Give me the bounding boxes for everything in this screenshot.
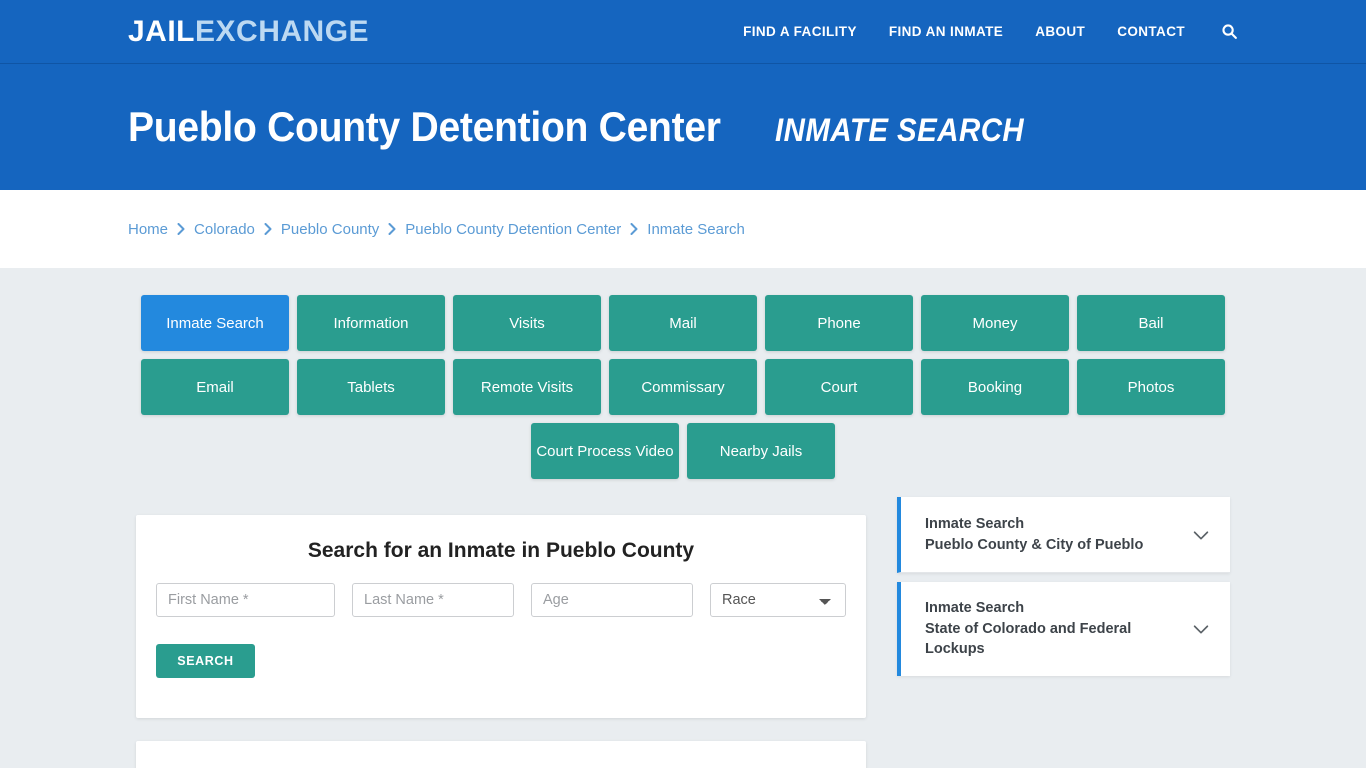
page-subtitle: INMATE SEARCH [775,112,1025,148]
age-input[interactable] [531,583,693,617]
site-logo[interactable]: JAILEXCHANGE [128,14,370,48]
breadcrumb-item-current: Inmate Search [647,220,745,238]
page-title: Pueblo County Detention Center [128,103,721,150]
breadcrumb-separator-icon [177,223,185,235]
logo-text-jail: JAIL [128,14,196,48]
main-column: Search for an Inmate in Pueblo County Ra… [136,515,866,768]
tab-court[interactable]: Court [765,359,913,415]
accordion-title-line2: Pueblo County & City of Pueblo [925,536,1144,553]
accordion-item-state-federal-search[interactable]: Inmate Search State of Colorado and Fede… [897,582,1230,676]
tab-mail[interactable]: Mail [609,295,757,351]
breadcrumb-separator-icon [264,223,272,235]
accordion-title-line1: Inmate Search [925,515,1025,532]
search-icon[interactable] [1201,23,1238,40]
nav-item-contact[interactable]: CONTACT [1101,25,1201,39]
inmate-search-card: Search for an Inmate in Pueblo County Ra… [136,515,866,718]
secondary-results-card [136,741,866,768]
tab-bail[interactable]: Bail [1077,295,1225,351]
logo-text-exchange: EXCHANGE [195,14,370,48]
tab-information[interactable]: Information [297,295,445,351]
tab-inmate-search[interactable]: Inmate Search [141,295,289,351]
accordion-title-line2: State of Colorado and Federal Lockups [925,620,1132,658]
accordion-item-label: Inmate Search Pueblo County & City of Pu… [925,514,1180,555]
sidebar-column: Inmate Search Pueblo County & City of Pu… [897,497,1230,676]
race-select[interactable]: Race [710,583,846,617]
hero-inner: Pueblo County Detention Center INMATE SE… [128,103,1046,151]
page-content: Inmate Search Information Visits Mail Ph… [0,268,1366,768]
tab-nearby-jails[interactable]: Nearby Jails [687,423,835,479]
accordion-title-line1: Inmate Search [925,600,1025,616]
facility-tab-grid: Inmate Search Information Visits Mail Ph… [136,295,1230,479]
search-fields-row: Race [156,583,846,617]
main-columns: Search for an Inmate in Pueblo County Ra… [136,497,1230,768]
content-container: Inmate Search Information Visits Mail Ph… [128,295,1238,768]
main-nav: FIND A FACILITY FIND AN INMATE ABOUT CON… [727,23,1238,40]
tab-email[interactable]: Email [141,359,289,415]
tab-visits[interactable]: Visits [453,295,601,351]
breadcrumb-item-home[interactable]: Home [128,221,168,238]
chevron-down-icon[interactable] [1190,618,1212,640]
breadcrumb-item-pueblo-county[interactable]: Pueblo County [281,221,379,238]
search-button[interactable]: SEARCH [156,644,255,678]
tab-remote-visits[interactable]: Remote Visits [453,359,601,415]
nav-item-find-an-inmate[interactable]: FIND AN INMATE [873,25,1019,39]
breadcrumb: Home Colorado Pueblo County Pueblo Count… [128,221,745,238]
tab-tablets[interactable]: Tablets [297,359,445,415]
tab-phone[interactable]: Phone [765,295,913,351]
last-name-input[interactable] [352,583,514,617]
nav-item-about[interactable]: ABOUT [1019,25,1101,39]
chevron-down-icon[interactable] [1190,524,1212,546]
tab-court-process-video[interactable]: Court Process Video [531,423,679,479]
top-navigation-bar: JAILEXCHANGE FIND A FACILITY FIND AN INM… [0,0,1366,64]
nav-item-find-a-facility[interactable]: FIND A FACILITY [727,25,873,39]
breadcrumb-bar: Home Colorado Pueblo County Pueblo Count… [0,190,1366,268]
page-hero: Pueblo County Detention Center INMATE SE… [0,64,1366,190]
tab-booking[interactable]: Booking [921,359,1069,415]
breadcrumb-separator-icon [388,223,396,235]
tab-photos[interactable]: Photos [1077,359,1225,415]
tab-commissary[interactable]: Commissary [609,359,757,415]
breadcrumb-separator-icon [630,223,638,235]
search-card-heading: Search for an Inmate in Pueblo County [307,539,695,562]
tab-money[interactable]: Money [921,295,1069,351]
first-name-input[interactable] [156,583,335,617]
accordion-item-county-search[interactable]: Inmate Search Pueblo County & City of Pu… [897,497,1230,573]
accordion-item-label: Inmate Search State of Colorado and Fede… [925,598,1180,660]
breadcrumb-item-facility[interactable]: Pueblo County Detention Center [405,221,621,238]
breadcrumb-item-colorado[interactable]: Colorado [194,221,255,238]
